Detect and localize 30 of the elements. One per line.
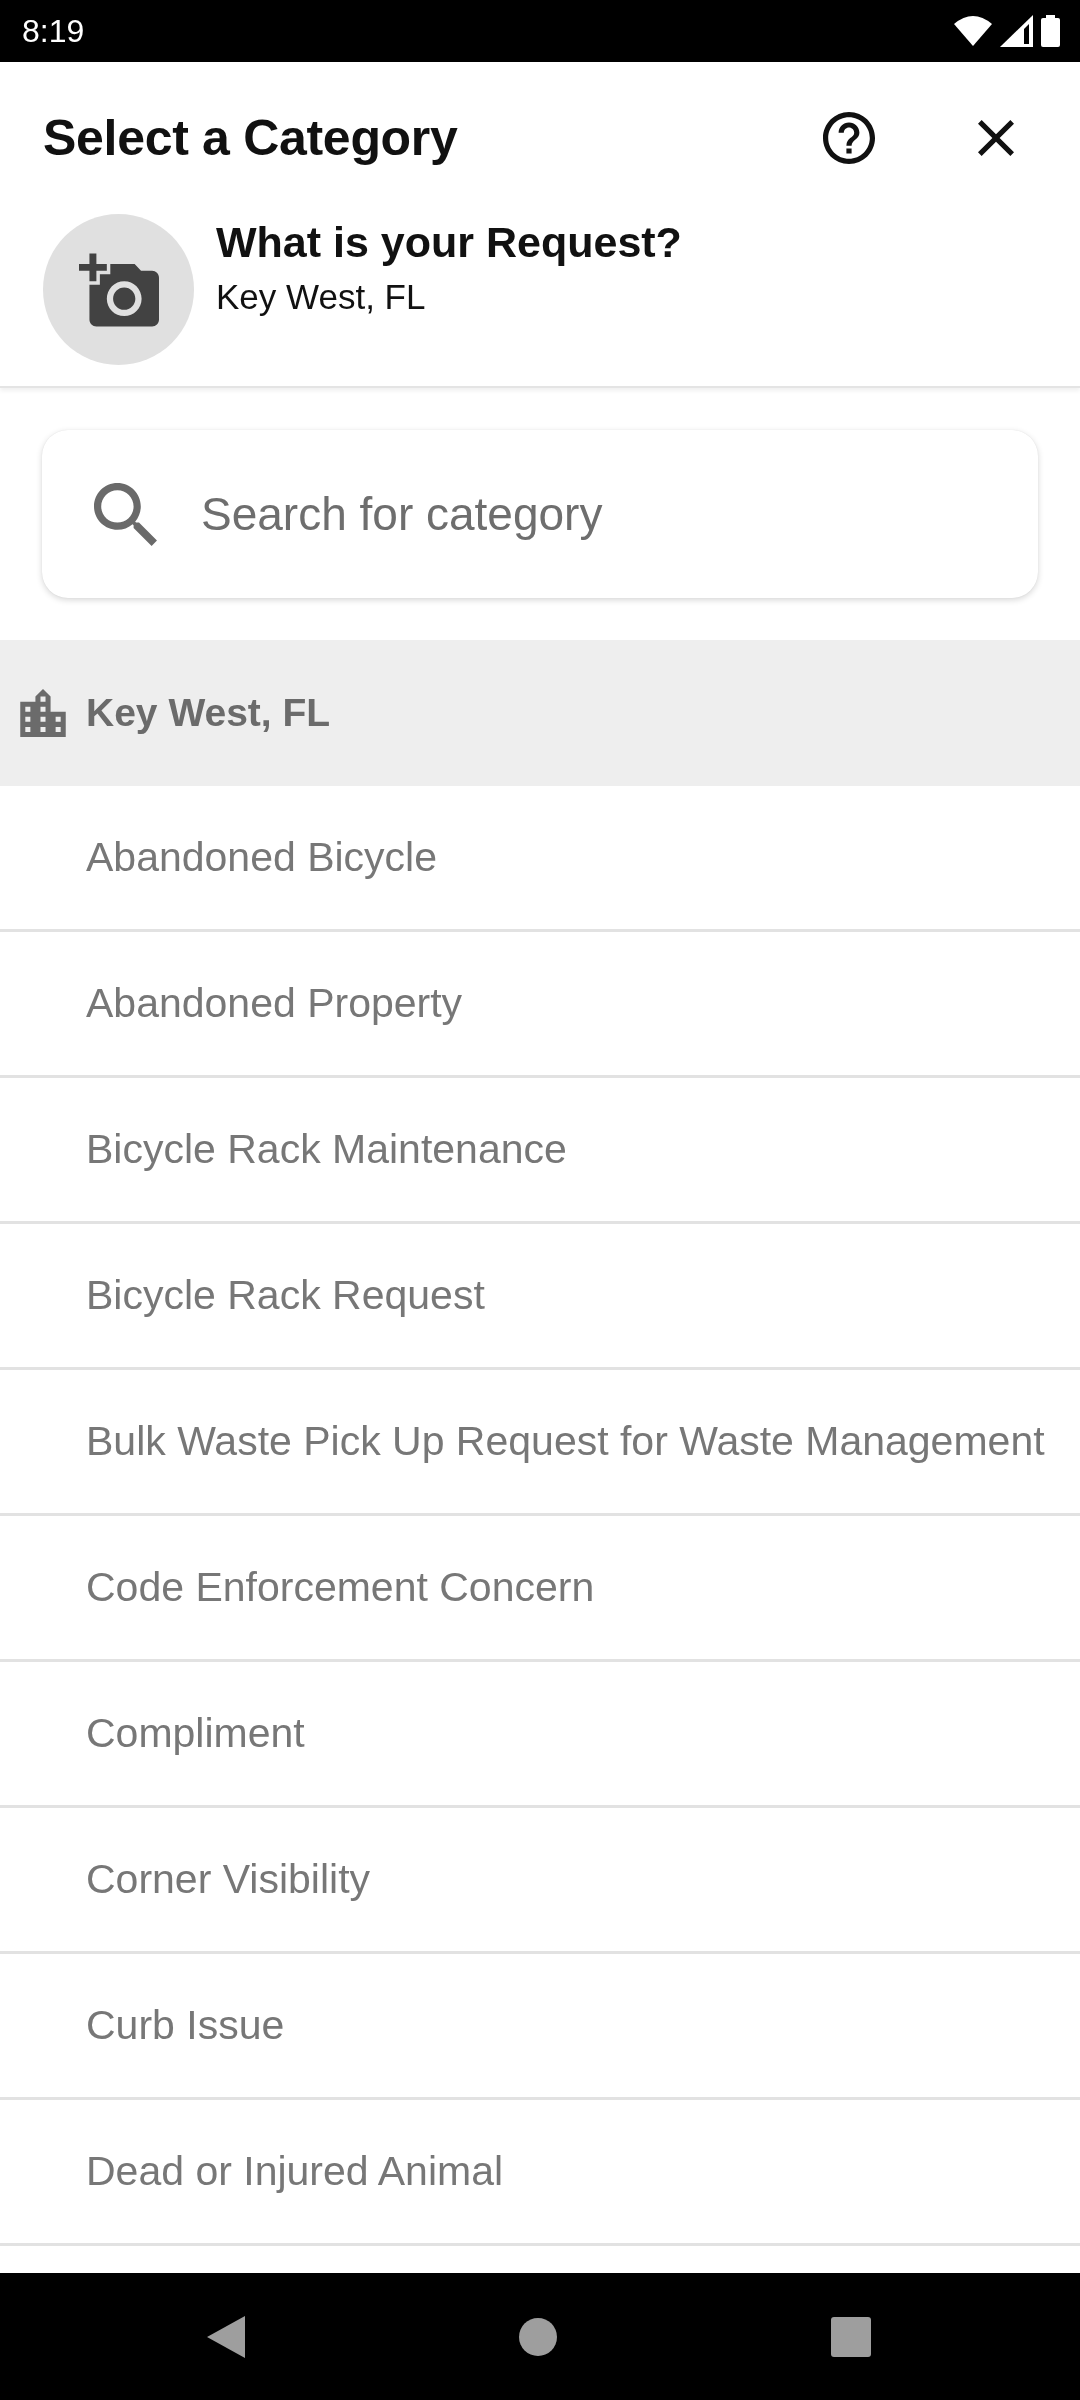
category-item[interactable]: Compliment bbox=[0, 1662, 1080, 1808]
category-item[interactable]: Bicycle Rack Maintenance bbox=[0, 1078, 1080, 1224]
recents-button[interactable] bbox=[831, 2316, 871, 2357]
wifi-icon bbox=[954, 16, 992, 46]
search-icon bbox=[94, 482, 157, 546]
category-item[interactable]: Bicycle Rack Request bbox=[0, 1224, 1080, 1370]
camera-plus-icon bbox=[78, 251, 159, 328]
search-field[interactable]: Search for category bbox=[42, 430, 1038, 598]
status-time: 8:19 bbox=[22, 15, 85, 47]
signal-icon bbox=[1000, 15, 1033, 47]
home-button[interactable] bbox=[519, 2317, 557, 2356]
city-buildings-icon bbox=[19, 689, 67, 737]
category-item[interactable]: Curb Issue bbox=[0, 1954, 1080, 2100]
location-text: Key West, FL bbox=[216, 277, 427, 317]
category-item[interactable]: Code Enforcement Concern bbox=[0, 1516, 1080, 1662]
category-item[interactable]: Corner Visibility bbox=[0, 1808, 1080, 1954]
category-item[interactable]: Bulk Waste Pick Up Request for Waste Management bbox=[0, 1370, 1080, 1516]
category-item[interactable]: Abandoned Bicycle bbox=[0, 786, 1080, 932]
back-triangle-icon bbox=[207, 2315, 245, 2358]
home-circle-icon bbox=[519, 2317, 557, 2356]
screen-title: Select a Category bbox=[43, 109, 458, 167]
help-icon bbox=[823, 112, 875, 164]
category-item[interactable]: Abandoned Property bbox=[0, 932, 1080, 1078]
request-heading: What is your Request? bbox=[216, 218, 682, 267]
section-title: Key West, FL bbox=[86, 691, 331, 735]
back-button[interactable] bbox=[207, 2315, 245, 2358]
close-icon bbox=[978, 120, 1014, 156]
battery-icon bbox=[1041, 15, 1060, 47]
recents-square-icon bbox=[831, 2316, 871, 2357]
category-item[interactable]: Dead or Injured Animal bbox=[0, 2100, 1080, 2246]
